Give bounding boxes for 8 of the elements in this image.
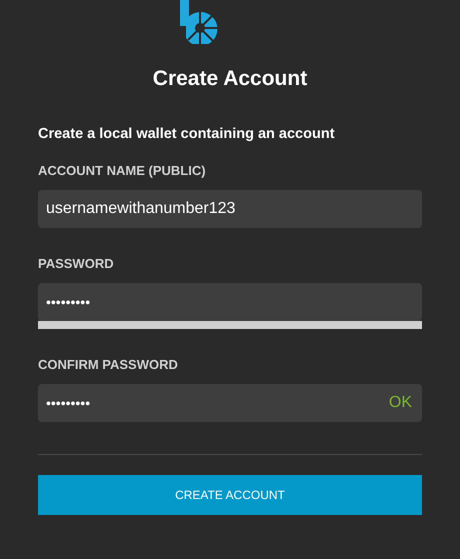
input-field[interactable]: usernamewithanumber123 [38,190,422,228]
match-status: OK [388,393,412,413]
field-label: CONFIRM PASSWORD [38,357,179,373]
field-label: ACCOUNT NAME (PUBLIC) [38,163,207,179]
password-field[interactable]: ••••••••• [38,283,422,321]
field-label: PASSWORD [38,256,115,272]
page-title: Create Account [152,66,308,92]
form-subtitle: Create a local wallet containing an account [38,125,336,144]
